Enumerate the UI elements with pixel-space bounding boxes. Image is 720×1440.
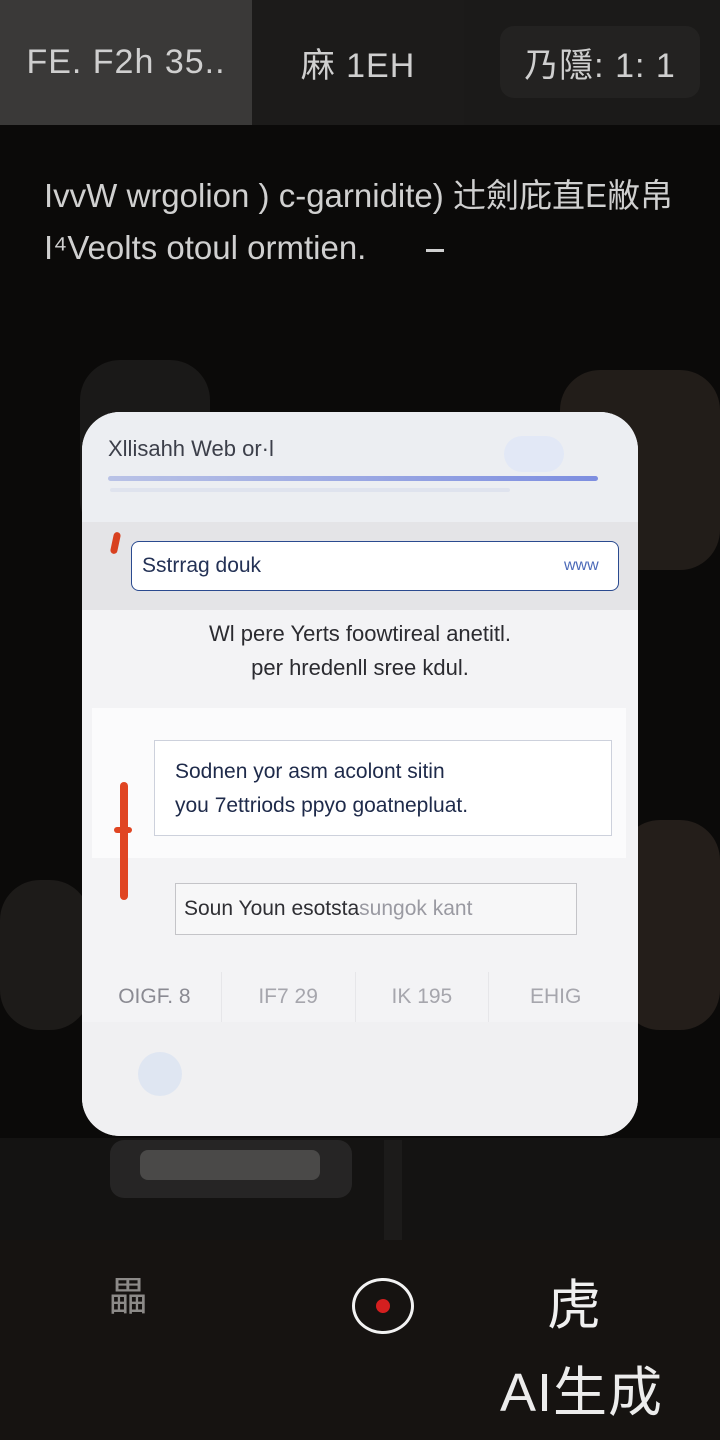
action-button[interactable]: Soun Youn esotsta sungok kant — [175, 883, 577, 935]
red-tick-icon — [114, 827, 132, 833]
flash-icon[interactable]: 虎 — [534, 1260, 614, 1340]
background-shape — [0, 880, 90, 1030]
banner-line-2-row: I⁴Veolts otoul ormtien. — [44, 222, 704, 274]
gallery-icon[interactable]: 畾 — [104, 1268, 152, 1319]
ai-watermark: AI生成 — [500, 1363, 664, 1423]
divider — [384, 1140, 402, 1240]
preview-thumbnail-inner — [140, 1150, 320, 1180]
banner-line-1: IvvW wrgolion ) c-garnidite) 辻劍庇直E敝帛 — [44, 177, 673, 214]
action-button-label-faded: sungok kant — [359, 897, 473, 920]
top-tab-ratio[interactable]: 乃隱: 1: 1 — [500, 26, 700, 98]
info-box[interactable]: Sodnen yor asm acolont sitin you 7ettrio… — [154, 740, 612, 836]
message-line-1: Wl pere Yerts foowtireal anetitl. — [208, 621, 512, 646]
red-bracket-icon — [120, 782, 128, 900]
dialog-title: Xllisahh Web or·l — [108, 436, 274, 461]
dialog-message: Wl pere Yerts foowtireal anetitl. per hr… — [82, 617, 638, 685]
message-line-2: per hredenll sree kdul. — [251, 655, 469, 680]
info-line-2: you 7ettriods ppyo goatnepluat. — [175, 794, 469, 817]
avatar — [138, 1052, 182, 1096]
title-underline — [108, 476, 598, 481]
cloud-icon — [504, 436, 564, 472]
preview-area — [0, 1138, 720, 1240]
title-divider — [110, 488, 510, 492]
dialog-tabs: OIGF. 8 IF7 29 IK 195 EHIG — [88, 972, 622, 1022]
dialog-card: Xllisahh Web or·l www Wl pere Yerts foow… — [82, 412, 638, 1136]
search-input[interactable] — [131, 541, 619, 591]
action-button-label: Soun Youn esotsta — [184, 897, 360, 920]
tab-2[interactable]: IF7 29 — [222, 972, 356, 1022]
search-suffix: www — [564, 557, 599, 574]
record-button[interactable] — [352, 1278, 414, 1334]
tab-1[interactable]: OIGF. 8 — [88, 972, 222, 1022]
banner-line-2: I⁴Veolts otoul ormtien. — [44, 229, 367, 266]
info-line-1: Sodnen yor asm acolont sitin — [175, 760, 445, 783]
minus-icon — [426, 248, 445, 252]
banner-text: IvvW wrgolion ) c-garnidite) 辻劍庇直E敝帛 I⁴V… — [44, 170, 704, 274]
tab-3[interactable]: IK 195 — [356, 972, 490, 1022]
record-icon — [376, 1299, 390, 1313]
tab-4[interactable]: EHIG — [489, 972, 622, 1022]
top-tab-left[interactable]: FE. F2h 35.. — [0, 0, 252, 125]
top-tab-middle[interactable]: 麻 1EH — [252, 0, 464, 125]
